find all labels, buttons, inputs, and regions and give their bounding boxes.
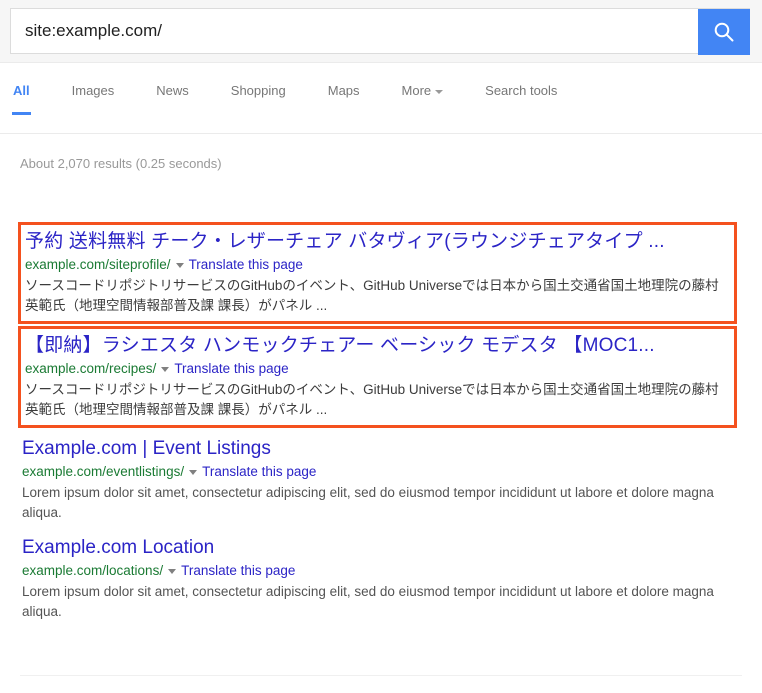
search-result: Example.com | Event Listings example.com/… — [0, 430, 762, 527]
nav-tab-list: All Images News Shopping Maps More Searc… — [12, 83, 599, 115]
tab-search-tools-label: Search tools — [485, 83, 558, 98]
search-input[interactable] — [11, 19, 706, 43]
result-snippet: ソースコードリポジトリサービスのGitHubのイベント、GitHub Unive… — [25, 278, 719, 313]
result-url-line: example.com/recipes/Translate this page — [25, 359, 730, 378]
tab-images[interactable]: Images — [72, 83, 115, 115]
result-snippet: Lorem ipsum dolor sit amet, consectetur … — [22, 584, 714, 619]
tab-news-label: News — [156, 83, 189, 98]
result-url-line: example.com/siteprofile/Translate this p… — [25, 255, 730, 274]
tab-images-label: Images — [71, 83, 115, 98]
result-title-link[interactable]: 予約 送料無料 チーク・レザーチェア バタヴィア(ラウンジチェアタイプ ... — [25, 229, 730, 254]
result-menu-chevron-down-icon[interactable] — [189, 469, 198, 475]
result-menu-chevron-down-icon[interactable] — [161, 366, 170, 372]
search-result: 【即納】ラシエスタ ハンモックチェアー ベーシック モデスタ 【MOC1... e… — [18, 326, 737, 428]
result-title-link[interactable]: Example.com Location — [22, 535, 742, 560]
tab-more-label: More — [401, 83, 432, 98]
translate-this-page-link[interactable]: Translate this page — [174, 361, 288, 376]
result-url-link[interactable]: example.com/locations/ — [22, 563, 163, 578]
tab-maps[interactable]: Maps — [328, 83, 360, 115]
search-nav-bar: All Images News Shopping Maps More Searc… — [0, 63, 762, 134]
result-snippet: ソースコードリポジトリサービスのGitHubのイベント、GitHub Unive… — [25, 382, 719, 417]
result-url-line: example.com/locations/Translate this pag… — [22, 561, 742, 580]
tab-shopping-label: Shopping — [230, 83, 286, 98]
result-title-link[interactable]: 【即納】ラシエスタ ハンモックチェアー ベーシック モデスタ 【MOC1... — [25, 333, 730, 358]
search-result: 予約 送料無料 チーク・レザーチェア バタヴィア(ラウンジチェアタイプ ... e… — [18, 222, 737, 324]
tab-search-tools[interactable]: Search tools — [485, 83, 557, 115]
result-snippet: Lorem ipsum dolor sit amet, consectetur … — [22, 485, 714, 520]
translate-this-page-link[interactable]: Translate this page — [181, 563, 295, 578]
search-submit-button[interactable] — [698, 9, 750, 55]
tab-all[interactable]: All — [12, 83, 31, 115]
translate-this-page-link[interactable]: Translate this page — [202, 464, 316, 479]
results-list: 予約 送料無料 チーク・レザーチェア バタヴィア(ラウンジチェアタイプ ... e… — [0, 222, 762, 628]
result-url-link[interactable]: example.com/recipes/ — [25, 361, 156, 376]
result-url-line: example.com/eventlistings/Translate this… — [22, 462, 742, 481]
result-title-link[interactable]: Example.com | Event Listings — [22, 436, 742, 461]
result-url-link[interactable]: example.com/siteprofile/ — [25, 257, 171, 272]
chevron-down-icon — [435, 89, 444, 94]
result-url-link[interactable]: example.com/eventlistings/ — [22, 464, 184, 479]
tab-news[interactable]: News — [156, 83, 189, 115]
search-header — [0, 0, 762, 63]
tab-shopping[interactable]: Shopping — [231, 83, 286, 115]
result-menu-chevron-down-icon[interactable] — [168, 568, 177, 574]
translate-this-page-link[interactable]: Translate this page — [189, 257, 303, 272]
results-bottom-divider — [20, 675, 742, 676]
search-box — [10, 8, 750, 55]
result-menu-chevron-down-icon[interactable] — [175, 262, 184, 268]
search-result: Example.com Location example.com/location… — [0, 529, 762, 626]
tab-more[interactable]: More — [402, 83, 444, 115]
tab-all-label: All — [13, 83, 30, 98]
result-stats: About 2,070 results (0.25 seconds) — [20, 156, 222, 171]
tab-maps-label: Maps — [327, 83, 360, 98]
search-icon — [714, 22, 734, 42]
